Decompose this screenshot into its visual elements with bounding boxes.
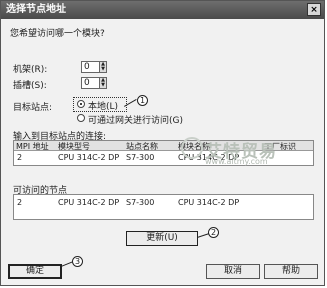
cell-station-name: S7-300: [126, 153, 155, 162]
ok-button[interactable]: 确定: [8, 264, 62, 279]
col-module-type[interactable]: 模块型号: [58, 141, 90, 152]
watermark: 艾特贸易 www.aitmy.com: [181, 137, 311, 167]
target-station-label: 目标站点:: [13, 103, 53, 113]
spin-down-icon[interactable]: ▼: [100, 83, 106, 88]
rack-spinner[interactable]: ▲ ▼: [99, 61, 107, 73]
cell-mpi: 2: [17, 153, 23, 162]
col-station-name[interactable]: 站点名称: [126, 141, 158, 152]
cell-station-name: S7-300: [126, 198, 155, 207]
slot-label: 插槽(S):: [13, 81, 47, 91]
title-bar: 选择节点地址 ×: [1, 1, 324, 19]
dialog-title: 选择节点地址: [6, 4, 66, 15]
spin-down-icon[interactable]: ▼: [100, 67, 106, 72]
radio-gateway[interactable]: [77, 114, 85, 122]
callout-2: 2: [208, 227, 219, 238]
help-button[interactable]: 帮助: [264, 264, 318, 279]
rack-label: 机架(R):: [13, 65, 48, 75]
cell-module-name: CPU 314C-2 DP: [178, 198, 240, 207]
slot-spinner[interactable]: ▲ ▼: [99, 77, 107, 89]
cell-module-type: CPU 314C-2 DP: [58, 198, 120, 207]
select-node-address-dialog: 选择节点地址 × 您希望访问哪一个模块? 机架(R): 0 ▲ ▼ 插槽(S):…: [0, 0, 325, 286]
accessible-table[interactable]: 2 CPU 314C-2 DP S7-300 CPU 314C-2 DP: [13, 194, 314, 220]
watermark-logo-icon: [181, 137, 203, 159]
cell-module-type: CPU 314C-2 DP: [58, 153, 120, 162]
radio-local[interactable]: [77, 100, 85, 108]
callout-1: 1: [137, 95, 148, 106]
cell-mpi: 2: [17, 198, 23, 207]
radio-gateway-label[interactable]: 可通过网关进行访问(G): [88, 113, 183, 126]
callout-3: 3: [72, 256, 83, 267]
question-text: 您希望访问哪一个模块?: [10, 29, 105, 39]
col-mpi[interactable]: MPI 地址: [16, 141, 49, 152]
close-icon: ×: [310, 5, 318, 15]
close-button[interactable]: ×: [307, 3, 321, 16]
watermark-url: www.aitmy.com: [205, 157, 268, 166]
radio-local-label[interactable]: 本地(L): [88, 99, 118, 112]
cancel-button[interactable]: 取消: [206, 264, 260, 279]
refresh-button[interactable]: 更新(U): [126, 231, 198, 246]
